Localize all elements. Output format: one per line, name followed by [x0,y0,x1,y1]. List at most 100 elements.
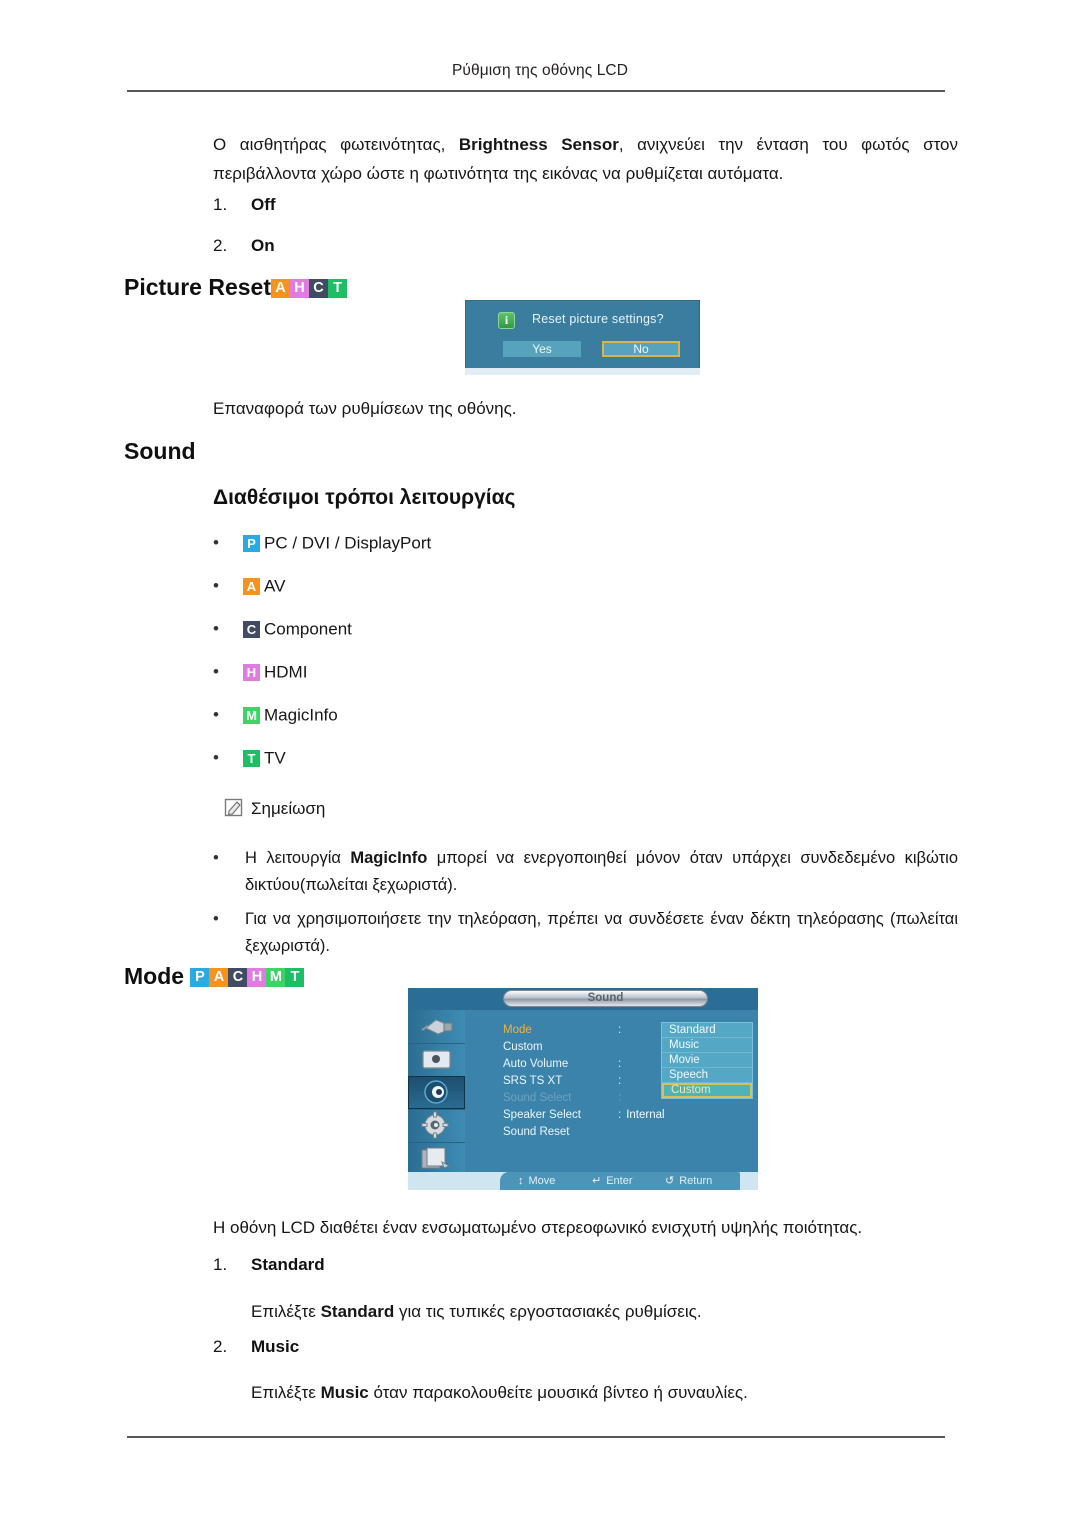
mode-label: PC / DVI / DisplayPort [264,533,432,553]
dropdown-option-movie[interactable]: Movie [662,1053,752,1068]
mode-badge-p: P [190,968,210,988]
multi-control-icon[interactable] [408,1142,465,1175]
list-item: • Η λειτουργία MagicInfo μπορεί να ενεργ… [213,845,958,899]
mode-badge-h: H [290,279,310,299]
osd-title-bar: Sound [408,988,758,1011]
mode-badge-a: A [209,968,229,988]
osd-row-label: SRS TS XT [503,1075,563,1087]
list-number: 2. [213,236,228,255]
osd-row-speaker-select[interactable]: Speaker Select: Internal [503,1107,665,1123]
note-heading: Σημείωση [224,798,325,819]
sound-icon[interactable] [408,1076,465,1110]
list-label: On [251,236,275,255]
list-item: 1. Off [213,195,276,215]
osd-hint-enter: ↵ Enter [592,1172,633,1190]
enter-key-icon: ↵ [592,1175,602,1187]
note-item-text: Για να χρησιμοποιήσετε την τηλεόραση, πρ… [245,910,958,955]
list-number: 1. [213,1255,228,1274]
dropdown-option-speech[interactable]: Speech [662,1068,752,1083]
mode-badge-a: A [243,578,260,596]
mode-badge-a: A [271,279,291,299]
dropdown-option-custom[interactable]: Custom [662,1083,752,1098]
osd-row-colon: : [618,1058,622,1070]
note-title: Σημείωση [251,799,326,818]
list-item: • A AV [213,576,285,597]
list-item: • H HDMI [213,662,307,683]
intro-bold-term: Brightness Sensor [458,135,619,154]
mode-badge-p: P [243,535,260,553]
setup-gear-icon[interactable] [408,1109,465,1143]
intro-text-before: Ο αισθητήρας φωτεινότητας, [213,135,459,154]
mode-badge-c: C [243,621,260,639]
osd-row-label: Sound Reset [503,1126,570,1138]
desc-after: για τις τυπικές εργοστασιακές ρυθμίσεις. [394,1302,702,1321]
osd-row-label: Custom [503,1041,543,1053]
mode-badge-m: M [243,707,260,725]
osd-row-mode[interactable]: Mode: [503,1022,621,1038]
list-number: 2. [213,1337,228,1356]
mode-badge-c: C [309,279,329,299]
bullet-dot: • [213,705,219,724]
osd-hint-label: Move [528,1175,556,1187]
mode-badge-t: T [243,750,260,768]
osd-hint-bar: ↕ Move ↵ Enter ↺ Return [408,1172,758,1190]
osd-hint-label: Enter [606,1175,633,1187]
mode-heading: Mode PACHMT [124,963,305,990]
mode-label: HDMI [264,662,308,682]
mode-badge-m: M [266,968,286,988]
osd-row-custom[interactable]: Custom [503,1039,618,1055]
mode-label: MagicInfo [264,705,338,725]
osd-row-colon: : [618,1092,622,1104]
mode-heading-text: Mode [124,963,185,989]
dialog-no-button[interactable]: No [602,341,680,357]
list-item: 2. Music [213,1337,299,1357]
osd-row-sound-reset[interactable]: Sound Reset [503,1124,618,1140]
mode-badge-t: T [285,968,305,988]
mode-badge-h: H [247,968,267,988]
reset-picture-dialog: i Reset picture settings? Yes No [465,300,700,375]
desc-bold: Standard [320,1302,395,1321]
dropdown-option-music[interactable]: Music [662,1038,752,1053]
mode-label: Component [264,619,352,639]
list-item: • C Component [213,619,352,640]
sound-osd-menu: Sound Mode: Custom Auto Volume: SRS TS… [408,988,758,1190]
picture-reset-badges: AHCT [271,279,348,299]
note-text-before: Η λειτουργία [245,849,351,867]
desc-bold: Music [320,1383,369,1402]
desc-before: Επιλέξτε [251,1302,321,1321]
list-number: 1. [213,195,228,214]
page-title: Picture Reset AHCT [124,274,348,301]
list-item: 1. Standard [213,1255,325,1275]
desc-before: Επιλέξτε [251,1383,321,1402]
picture-icon[interactable] [408,1043,465,1077]
mode-heading-badges: PACHMT [190,968,305,988]
osd-row-value: Internal [626,1109,665,1121]
mode-dropdown-list[interactable]: Standard Music Movie Speech Custom [661,1022,753,1099]
list-label: Music [251,1337,300,1356]
dropdown-option-standard[interactable]: Standard [662,1023,752,1038]
note-item-text: Η λειτουργία MagicInfo μπορεί να ενεργοπ… [245,845,958,899]
osd-row-label: Sound Select [503,1092,572,1104]
osd-row-auto-volume[interactable]: Auto Volume: [503,1056,621,1072]
osd-hint-move: ↕ Move [518,1172,555,1190]
dialog-yes-button[interactable]: Yes [503,341,581,357]
osd-row-colon: : [618,1109,622,1121]
list-item: • Για να χρησιμοποιήσετε την τηλεόραση, … [213,906,958,960]
desc-after: όταν παρακολουθείτε μουσικά βίντεο ή συν… [368,1383,748,1402]
list-item: • M MagicInfo [213,705,338,726]
bullet-dot: • [213,748,219,767]
picture-reset-caption: Επαναφορά των ρυθμίσεων της οθόνης. [213,399,517,418]
note-icon [224,798,245,818]
input-source-icon[interactable] [408,1010,465,1044]
bullet-dot: • [213,910,219,928]
note-bold-term: MagicInfo [350,849,428,867]
osd-hint-bar-inner: ↕ Move ↵ Enter ↺ Return [500,1172,740,1190]
mode-item-description: Επιλέξτε Music όταν παρακολουθείτε μουσι… [251,1378,951,1407]
osd-row-srs-ts-xt[interactable]: SRS TS XT: [503,1073,621,1089]
mode-badge-t: T [328,279,348,299]
list-item: 2. On [213,236,275,256]
osd-row-colon: : [618,1024,622,1036]
mode-badge-c: C [228,968,248,988]
osd-row-colon: : [618,1075,622,1087]
osd-title: Sound [503,990,708,1007]
